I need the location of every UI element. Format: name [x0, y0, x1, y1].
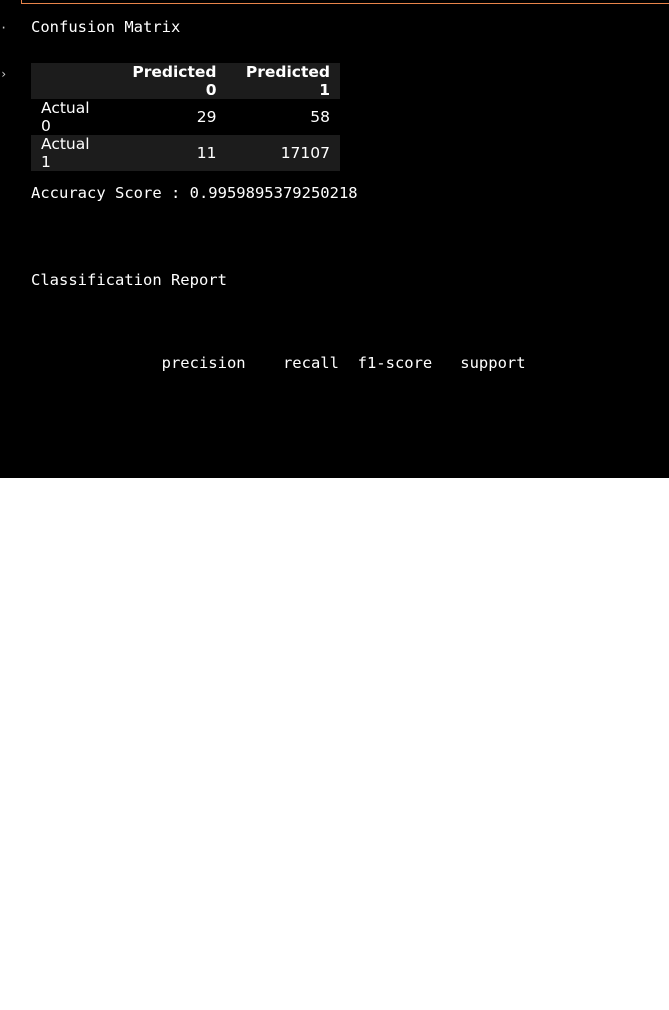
classification-report-title: Classification Report	[31, 271, 227, 289]
confusion-matrix-title: Confusion Matrix	[31, 18, 181, 36]
notebook-output-panel: · › Confusion Matrix ​ Predicted 0 Predi…	[0, 0, 669, 949]
table-cell: 17107	[280, 144, 330, 162]
table-cell: 29	[196, 108, 217, 126]
cell-border	[21, 0, 669, 4]
row-header-actual-0: Actual 0	[41, 99, 90, 135]
report-header-line: precision recall f1-score support	[31, 353, 526, 372]
gutter-marker-arrow: ›	[0, 67, 8, 81]
accuracy-score-line: Accuracy Score : 0.9959895379250218	[31, 184, 358, 202]
column-header-predicted-0: Predicted 0	[132, 63, 217, 99]
report-line-accuracy: accuracy 1.00 17205	[31, 766, 526, 784]
table-row: Actual 1 11 17107	[31, 135, 340, 171]
table-cell: 11	[196, 144, 217, 162]
row-header-actual-1: Actual 1	[41, 135, 90, 171]
column-header-predicted-1: Predicted 1	[245, 63, 330, 99]
table-header-row: ​ Predicted 0 Predicted 1	[31, 63, 340, 99]
table-row: Actual 0 29 58	[31, 99, 340, 135]
report-line-macro-avg: macro avg 0.86 0.67 0.73 17205	[31, 848, 526, 867]
classification-report: Classification Report precision recall f…	[31, 212, 526, 1010]
report-line-low-risk: low_risk 1.00 1.00 1.00 17118	[31, 601, 526, 619]
report-blank-line: ​	[31, 432, 526, 460]
gutter-marker-dot: ·	[0, 21, 8, 35]
confusion-matrix-table: ​ Predicted 0 Predicted 1 Actual 0 29 58…	[31, 63, 340, 171]
report-line-high-risk: high_risk 0.72 0.33 0.46 87	[31, 518, 526, 537]
table-cell: 58	[310, 108, 330, 126]
report-blank-line: ​	[31, 680, 526, 708]
table-corner-cell: ​	[31, 63, 113, 99]
report-line-weighted-avg: weighted avg 1.00 1.00 1.00 17205	[31, 931, 526, 949]
